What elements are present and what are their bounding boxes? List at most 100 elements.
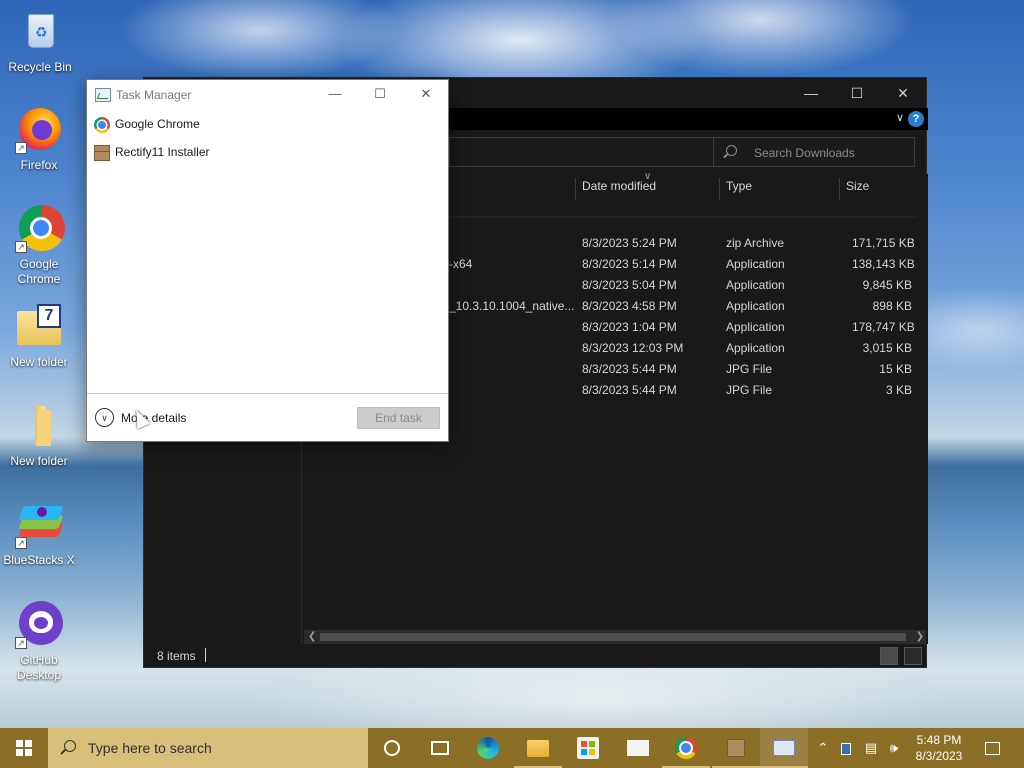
file-type: Application — [726, 320, 785, 334]
task-manager-icon — [773, 740, 795, 756]
windows-logo-icon — [16, 740, 32, 756]
close-icon[interactable]: ✕ — [880, 78, 926, 108]
file-size: 898 KB — [872, 299, 912, 313]
column-header-date[interactable]: Date modified — [575, 178, 719, 200]
clock-time: 5:48 PM — [916, 733, 962, 747]
chrome-icon — [675, 737, 697, 759]
clock-date: 8/3/2023 — [915, 749, 963, 763]
edge-icon — [477, 737, 499, 759]
horizontal-scrollbar[interactable]: ❮ ❯ — [304, 630, 926, 644]
task-view-button[interactable] — [416, 728, 464, 768]
end-task-button[interactable]: End task — [357, 407, 440, 429]
file-date: 8/3/2023 12:03 PM — [582, 341, 684, 355]
chevron-down-icon[interactable]: ∨ — [896, 111, 904, 124]
search-icon — [64, 740, 76, 752]
app-list-item-rectify11[interactable]: Rectify11 Installer — [87, 138, 448, 166]
file-date: 8/3/2023 5:44 PM — [582, 362, 677, 376]
scroll-right-icon[interactable]: ❯ — [916, 630, 924, 644]
tray-app-icon[interactable] — [836, 728, 856, 768]
column-header-type[interactable]: Type — [719, 178, 839, 200]
store-icon — [577, 737, 599, 759]
close-icon[interactable]: ✕ — [403, 80, 449, 110]
search-icon — [726, 145, 737, 156]
file-type: zip Archive — [726, 236, 785, 250]
desktop-icon-new-folder-1[interactable]: 7 New folder — [1, 303, 77, 370]
cortana-button[interactable] — [368, 728, 416, 768]
folder-icon — [15, 402, 63, 450]
file-size: 138,143 KB — [852, 257, 915, 271]
app-list-item-chrome[interactable]: Google Chrome — [87, 110, 448, 138]
file-date: 8/3/2023 1:04 PM — [582, 320, 677, 334]
desktop-icon-github-desktop[interactable]: ↗ GitHub Desktop — [1, 601, 77, 683]
taskbar-search-placeholder: Type here to search — [88, 740, 212, 756]
chrome-icon: ↗ — [15, 205, 65, 253]
start-button[interactable] — [0, 728, 48, 768]
taskbar-edge[interactable] — [464, 728, 512, 768]
firefox-icon: ↗ — [15, 106, 63, 154]
folder-icon — [527, 740, 549, 757]
file-date: 8/3/2023 5:44 PM — [582, 383, 677, 397]
scrollbar-thumb[interactable] — [320, 633, 906, 641]
details-view-icon[interactable] — [880, 647, 898, 665]
scroll-left-icon[interactable]: ❮ — [308, 630, 316, 644]
taskbar-store[interactable] — [564, 728, 612, 768]
taskbar-mail[interactable] — [614, 728, 662, 768]
desktop-icon-recycle-bin[interactable]: ♻ Recycle Bin — [2, 8, 78, 75]
file-type: Application — [726, 341, 785, 355]
taskbar-rectify11-installer[interactable] — [712, 728, 760, 768]
taskbar: Type here to search ⌃ ▤ 🕪 5:48 PM 8/3/20… — [0, 728, 1024, 768]
file-size: 15 KB — [879, 362, 912, 376]
taskbar-search-box[interactable]: Type here to search — [48, 728, 368, 768]
more-details-button[interactable]: ∨ More details — [95, 408, 205, 430]
maximize-icon[interactable]: ☐ — [357, 80, 403, 110]
task-manager-window[interactable]: Task Manager — ☐ ✕ Google Chrome Rectify… — [86, 79, 449, 442]
file-size: 9,845 KB — [862, 278, 912, 292]
notifications-icon[interactable] — [980, 728, 1004, 768]
desktop-icon-new-folder-2[interactable]: New folder — [1, 402, 77, 469]
file-type: JPG File — [726, 362, 773, 376]
window-title: Task Manager — [116, 88, 192, 102]
maximize-icon[interactable]: ☐ — [834, 78, 880, 108]
desktop-icon-label: Google Chrome — [17, 257, 61, 286]
desktop-icon-firefox[interactable]: ↗ Firefox — [1, 106, 77, 173]
mail-icon — [627, 740, 649, 756]
shortcut-arrow-icon: ↗ — [15, 142, 27, 154]
file-size: 3,015 KB — [862, 341, 912, 355]
desktop-icon-label: BlueStacks X — [3, 553, 75, 567]
help-icon[interactable]: ? — [908, 111, 924, 127]
desktop-icon-label: New folder — [10, 454, 68, 468]
folder-icon: 7 — [15, 303, 63, 351]
installer-box-icon — [94, 145, 110, 161]
file-type: Application — [726, 257, 785, 271]
taskbar-clock[interactable]: 5:48 PM 8/3/2023 — [904, 732, 974, 764]
desktop-icon-bluestacks[interactable]: ↗ BlueStacks X — [1, 501, 77, 568]
column-header-size[interactable]: Size — [839, 178, 919, 200]
file-date: 8/3/2023 5:24 PM — [582, 236, 677, 250]
shortcut-arrow-icon: ↗ — [15, 537, 27, 549]
chrome-icon — [94, 117, 110, 133]
item-count: 8 items — [157, 649, 196, 663]
minimize-icon[interactable]: — — [312, 80, 358, 110]
file-name: -x64 — [449, 257, 473, 271]
network-icon[interactable]: ▤ — [860, 728, 882, 768]
explorer-search-input[interactable]: Search Downloads — [713, 137, 915, 167]
minimize-icon[interactable]: — — [788, 78, 834, 108]
file-type: Application — [726, 278, 785, 292]
task-manager-title-bar[interactable]: Task Manager — ☐ ✕ — [87, 80, 448, 110]
installer-box-icon — [727, 739, 745, 757]
large-icons-view-icon[interactable] — [904, 647, 922, 665]
file-type: Application — [726, 299, 785, 313]
desktop-icon-label: GitHub Desktop — [16, 653, 62, 682]
task-view-icon — [431, 741, 449, 755]
status-separator — [205, 648, 206, 662]
tray-overflow-icon[interactable]: ⌃ — [814, 728, 832, 768]
taskbar-chrome[interactable] — [662, 728, 710, 768]
desktop-icon-label: Firefox — [20, 158, 58, 172]
taskbar-file-explorer[interactable] — [514, 728, 562, 768]
cortana-icon — [384, 740, 400, 756]
shortcut-arrow-icon: ↗ — [15, 241, 27, 253]
status-bar: 8 items — [144, 644, 928, 668]
taskbar-task-manager[interactable] — [760, 728, 808, 768]
volume-icon[interactable]: 🕪 — [884, 728, 904, 768]
desktop-icon-chrome[interactable]: ↗ Google Chrome — [1, 205, 77, 287]
